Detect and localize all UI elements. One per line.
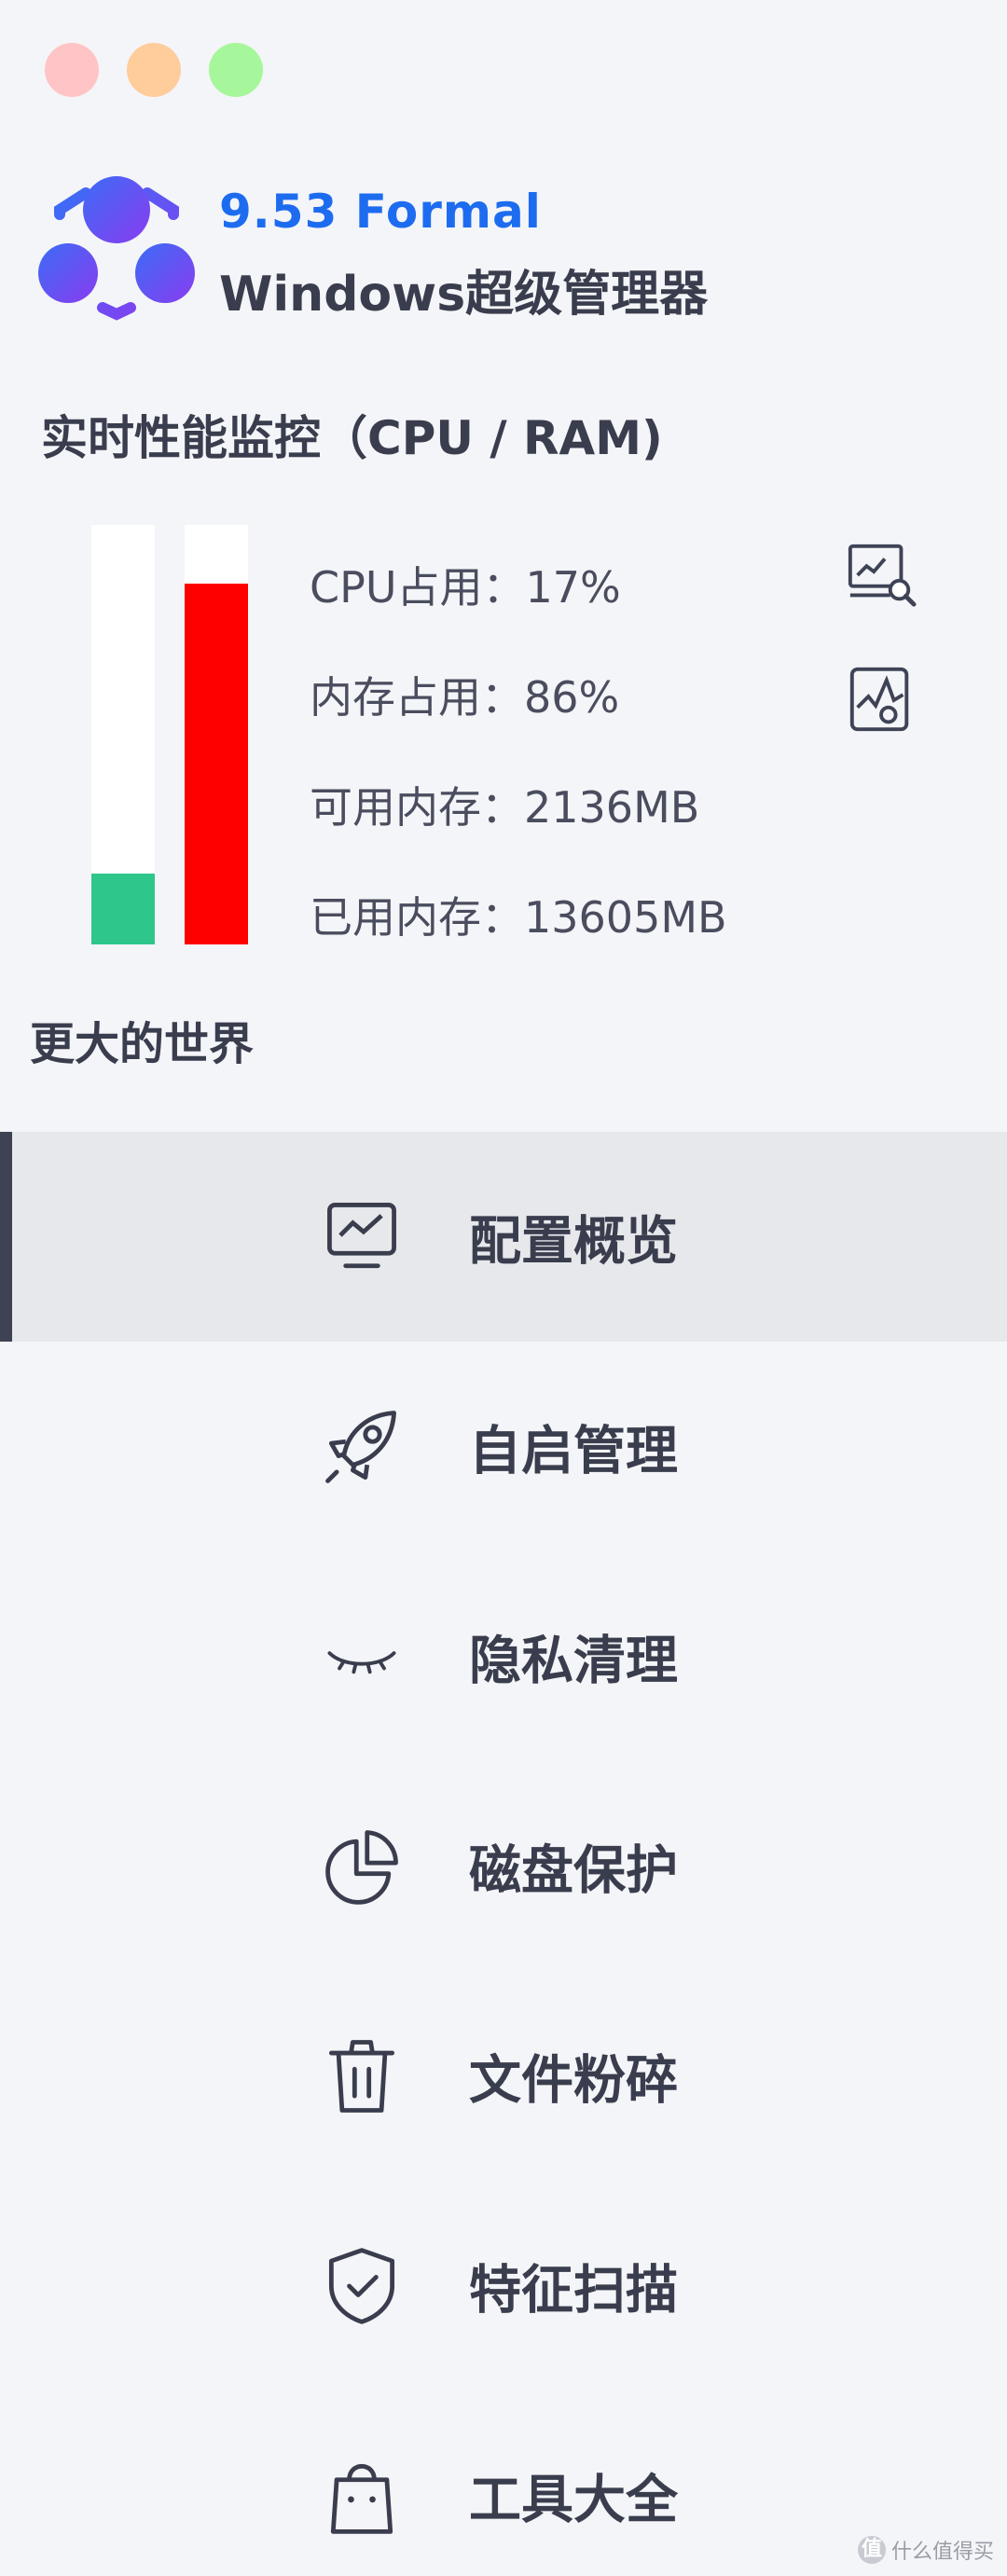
nav-item-privacy[interactable]: 隐私清理 (0, 1551, 1007, 1761)
nav-label: 配置概览 (469, 1211, 678, 1272)
nav-label: 自启管理 (469, 1421, 678, 1481)
app-window: 9.53 Formal Windows超级管理器 实时性能监控（CPU / RA… (0, 0, 1007, 2576)
maximize-button[interactable] (209, 43, 263, 97)
cpu-usage-meter (91, 525, 155, 944)
nav-label: 工具大全 (469, 2470, 678, 2530)
watermark-text: 什么值得买 (890, 2541, 994, 2564)
cpu-usage-fill (91, 873, 155, 944)
monitor-chart-icon (327, 1202, 396, 1268)
nav-label: 特征扫描 (469, 2260, 678, 2321)
available-memory-text: 可用内存：2136MB (310, 782, 700, 833)
chart-file-icon[interactable] (845, 664, 917, 737)
ram-usage-meter (185, 525, 248, 944)
nav-label: 磁盘保护 (469, 1840, 678, 1901)
shopping-bag-icon (330, 2463, 393, 2534)
nav-item-tools[interactable]: 工具大全 (0, 2390, 1007, 2576)
sidebar-nav: 配置概览 自启管理 隐私清理 磁盘保护 文件粉碎 特征扫描 工具大全 (0, 1132, 1007, 2576)
nav-item-disk[interactable]: 磁盘保护 (0, 1761, 1007, 1971)
ram-usage-text: 内存占用：86% (310, 672, 620, 723)
pie-chart-icon (325, 1829, 398, 1905)
closed-eye-icon (327, 1650, 396, 1674)
nav-label: 文件粉碎 (469, 2050, 678, 2111)
nav-item-shred[interactable]: 文件粉碎 (0, 1971, 1007, 2181)
nav-item-overview[interactable]: 配置概览 (0, 1132, 1007, 1342)
monitor-section-title: 实时性能监控（CPU / RAM) (41, 411, 663, 465)
stats-list: CPU占用：17% 内存占用：86% 可用内存：2136MB 已用内存：1360… (310, 559, 727, 999)
minimize-button[interactable] (127, 43, 181, 97)
rocket-icon (325, 1410, 396, 1483)
molecule-logo-icon (38, 176, 195, 321)
brand-version: 9.53 Formal (219, 185, 542, 239)
nav-label: 隐私清理 (469, 1631, 678, 1691)
watermark-badge: 值 (857, 2536, 886, 2564)
close-button[interactable] (45, 43, 99, 97)
cpu-usage-text: CPU占用：17% (310, 562, 621, 613)
app-title: Windows超级管理器 (219, 267, 709, 323)
shield-check-icon (328, 2247, 395, 2324)
ram-usage-fill (185, 584, 248, 944)
monitor-search-icon[interactable] (845, 539, 917, 612)
nav-item-scan[interactable]: 特征扫描 (0, 2181, 1007, 2390)
watermark: 值 什么值得买 (857, 2535, 994, 2565)
bigger-world-link[interactable]: 更大的世界 (30, 1007, 254, 1072)
nav-item-startup[interactable]: 自启管理 (0, 1342, 1007, 1551)
used-memory-text: 已用内存：13605MB (310, 892, 727, 943)
trash-icon (328, 2039, 395, 2113)
window-controls (45, 43, 263, 97)
